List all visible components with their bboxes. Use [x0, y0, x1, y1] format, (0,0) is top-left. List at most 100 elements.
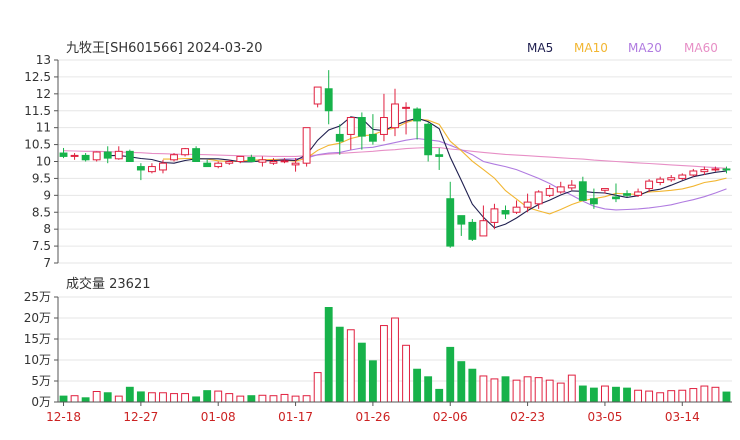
candle-body	[413, 108, 422, 122]
candle	[170, 153, 178, 162]
volume-bar	[170, 393, 178, 403]
candle	[689, 168, 698, 177]
candle-body	[324, 88, 333, 112]
volume-bar	[545, 379, 554, 403]
volume-bar	[446, 346, 455, 403]
x-tick-label: 01-26	[355, 410, 390, 424]
candle-body	[269, 161, 278, 164]
volume-bar	[479, 375, 488, 403]
volume-bar	[501, 376, 510, 403]
volume-tick-label: 15万	[24, 332, 51, 346]
volume-bar	[125, 386, 134, 403]
candle	[567, 180, 576, 191]
candle	[435, 147, 444, 170]
date-x-axis: 12-18 12-27 01-08 01-17 01-26 02-06 02-23 03-05…	[46, 401, 732, 424]
x-tick-label: 01-08	[201, 410, 236, 424]
candle	[722, 166, 731, 174]
volume-tick-label: 5万	[31, 374, 51, 388]
ma-line-ma10	[163, 118, 727, 215]
candle-body	[236, 155, 245, 163]
candle	[258, 156, 267, 167]
candle-body	[170, 154, 178, 161]
price-tick-label: 10.5	[24, 138, 51, 152]
volume-bar	[645, 390, 654, 403]
candle	[589, 188, 598, 209]
candle	[114, 146, 123, 160]
price-tick-label: 12.5	[24, 70, 51, 84]
volume-chart-title: 成交量 23621	[66, 276, 151, 292]
x-tick-label: 12-18	[46, 410, 81, 424]
candle-body	[711, 168, 720, 171]
candle-body	[70, 154, 79, 157]
candle	[479, 205, 488, 237]
volume-bar	[181, 393, 189, 403]
candle	[214, 161, 223, 169]
candle	[147, 163, 156, 174]
candle-body	[534, 191, 543, 205]
price-tick-label: 7.5	[32, 239, 51, 253]
price-tick-label: 7	[43, 256, 51, 270]
volume-bar	[335, 326, 344, 403]
volume-bars	[59, 307, 731, 403]
candle	[402, 102, 410, 135]
candle-body	[435, 154, 444, 157]
price-tick-label: 11.5	[24, 104, 51, 118]
volume-bar	[346, 329, 355, 403]
candle-body	[645, 180, 654, 190]
candle	[81, 153, 90, 162]
candle-body	[589, 198, 598, 205]
candle-body	[545, 188, 554, 196]
volume-bar	[214, 390, 223, 403]
candle	[424, 122, 433, 162]
candle	[556, 181, 565, 194]
volume-bar	[534, 377, 543, 403]
ma-legend: MA5 MA10 MA20 MA60	[527, 41, 718, 55]
candle-body	[656, 178, 665, 183]
price-tick-label: 12	[36, 87, 51, 101]
volume-bar	[457, 361, 466, 403]
candle	[446, 181, 455, 248]
candle-body	[103, 151, 112, 159]
candle-body	[424, 123, 433, 156]
candle	[203, 159, 212, 168]
candle-body	[623, 193, 631, 196]
volume-bar	[81, 397, 90, 403]
candle-body	[446, 198, 455, 247]
volume-bar	[512, 379, 521, 403]
volume-bar	[424, 376, 433, 403]
volume-bar	[269, 395, 278, 403]
candle-body	[512, 206, 521, 213]
candle-body	[380, 117, 388, 135]
price-tick-label: 11	[36, 121, 51, 135]
x-tick-label: 02-23	[510, 410, 545, 424]
candle-body	[501, 210, 510, 215]
candle	[192, 146, 201, 162]
volume-bar	[302, 395, 311, 403]
legend-item-ma5: MA5	[527, 41, 553, 55]
candle-body	[357, 117, 366, 137]
volume-bar	[258, 394, 267, 403]
candle	[545, 185, 554, 198]
x-tick-label: 03-05	[587, 410, 622, 424]
volume-bar	[689, 388, 698, 403]
candle-body	[159, 162, 167, 171]
candle-body	[667, 177, 676, 181]
candle-body	[468, 221, 477, 240]
candle-body	[490, 208, 499, 223]
candle-body	[203, 162, 212, 168]
volume-bar	[136, 391, 145, 403]
candle-body	[700, 169, 709, 173]
candle-body	[125, 150, 134, 163]
volume-bar	[523, 376, 532, 403]
volume-bar	[59, 395, 68, 403]
candle-body	[678, 174, 687, 179]
candle	[302, 127, 311, 167]
candle-body	[556, 186, 565, 193]
candle	[103, 146, 112, 164]
candle-body	[59, 152, 68, 157]
candle	[125, 149, 134, 163]
candle-body	[192, 148, 201, 162]
candle-body	[81, 154, 90, 161]
volume-bar	[413, 368, 422, 403]
candle-body	[523, 201, 532, 208]
